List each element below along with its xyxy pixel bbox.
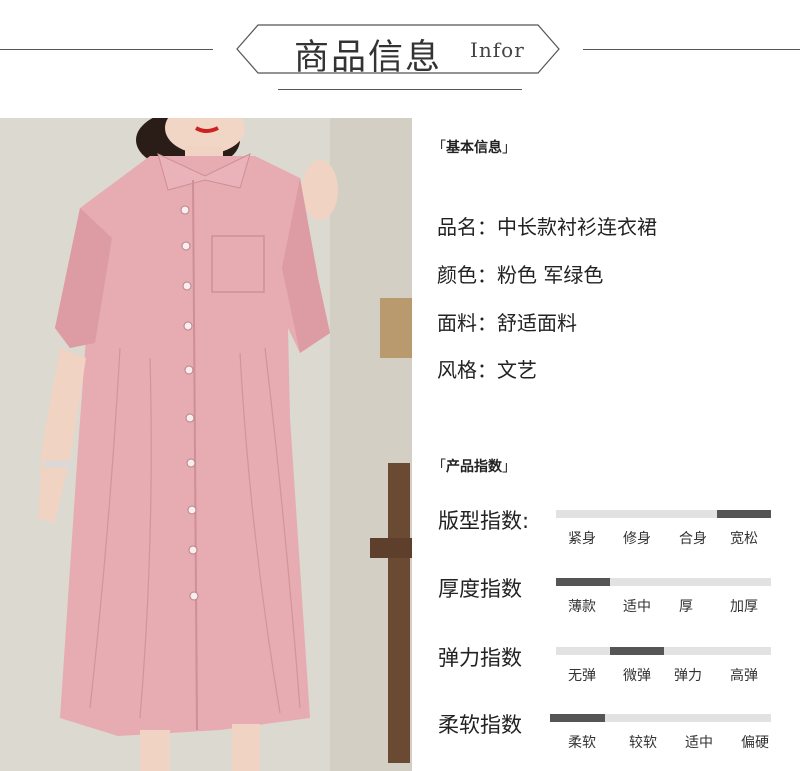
index-softness-level: 偏硬 [741,735,769,751]
header-underline [278,89,522,90]
info-row-fabric: 面料：舒适面料 [437,311,577,335]
info-row-color: 颜色：粉色 军绿色 [437,263,604,287]
header-badge: 商品信息 Infor [236,24,560,78]
index-thickness-level: 加厚 [730,599,758,615]
index-fit-level: 合身 [679,531,707,547]
info-row-style: 风格：文艺 [437,358,537,382]
page-subtitle: Infor [470,38,525,62]
info-row-name: 品名：中长款衬衫连衣裙 [437,215,657,239]
header-divider-right [583,49,800,50]
header-divider-left [0,49,213,50]
index-fit-label: 版型指数: [438,509,530,533]
product-index-heading: 「产品指数」 [432,456,516,476]
index-thickness-level: 厚 [679,599,693,615]
index-fit-fill [717,510,771,518]
index-thickness-label: 厚度指数 [438,577,522,601]
index-stretch-level: 弹力 [674,668,702,684]
index-stretch-bar [556,647,771,655]
index-softness-fill [550,714,606,722]
index-thickness-fill [556,578,610,586]
page-title: 商品信息 [294,38,443,78]
index-fit-level: 修身 [623,531,651,547]
index-stretch-level: 微弹 [623,668,651,684]
bracket-close: 」 [502,459,516,475]
index-stretch-level: 无弹 [568,668,596,684]
index-thickness-bar [556,578,771,586]
basic-info-heading: 「基本信息」 [432,137,516,157]
bracket-open: 「 [432,140,446,156]
index-softness-bar [550,714,771,722]
index-softness-label: 柔软指数 [438,713,522,737]
index-fit-level: 紧身 [568,531,596,547]
index-softness-level: 较软 [629,735,657,751]
product-index-title: 产品指数 [446,459,502,475]
index-thickness-level: 薄款 [568,599,596,615]
index-fit-bar [556,510,771,518]
basic-info-title: 基本信息 [446,140,502,156]
index-fit-level: 宽松 [730,531,758,547]
bracket-close: 」 [502,140,516,156]
bracket-open: 「 [432,459,446,475]
index-stretch-label: 弹力指数 [438,646,522,670]
index-stretch-level: 高弹 [730,668,758,684]
index-stretch-fill [609,647,664,655]
index-softness-level: 柔软 [568,735,596,751]
index-thickness-level: 适中 [623,599,651,615]
index-softness-level: 适中 [685,735,713,751]
product-photo [0,118,412,771]
